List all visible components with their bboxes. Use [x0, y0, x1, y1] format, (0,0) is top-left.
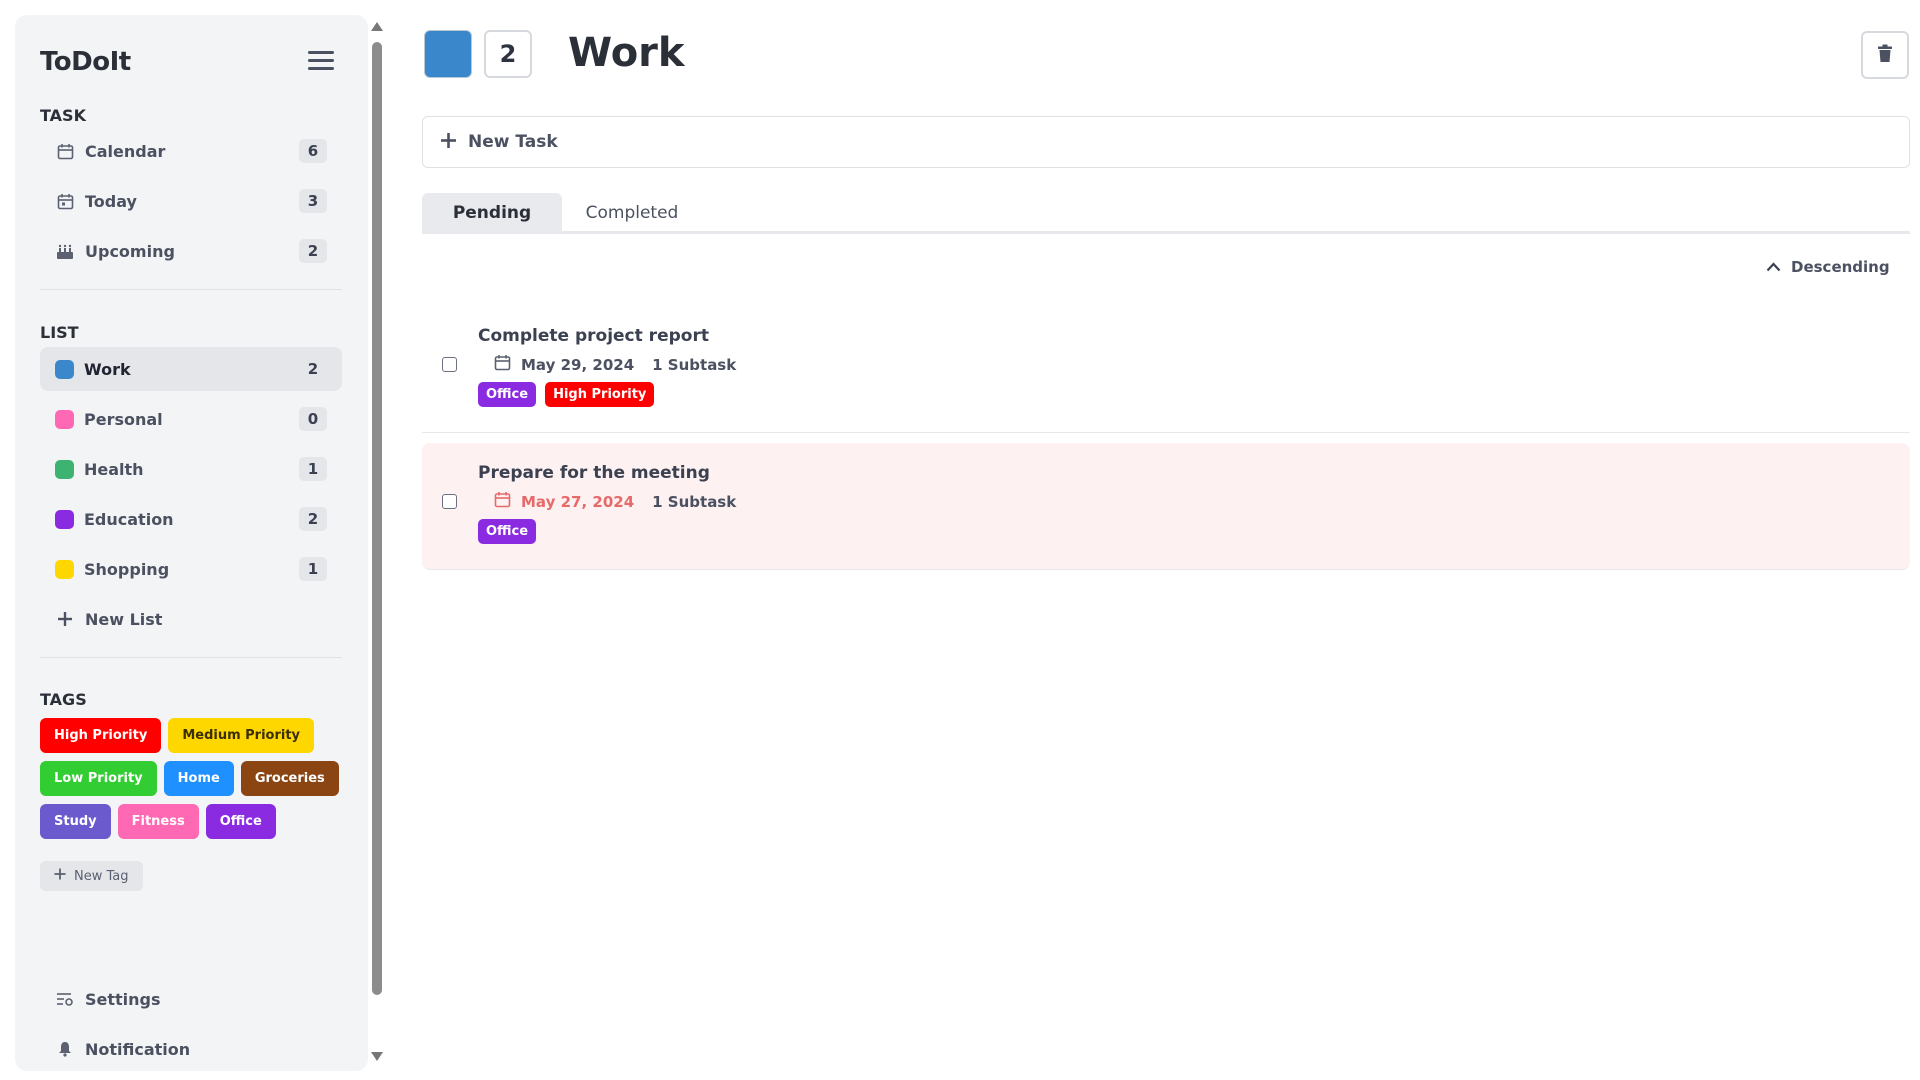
- task-title: Prepare for the meeting: [478, 463, 710, 483]
- sidebar: ToDoIt TASK Calendar 6 Today 3 Upcoming …: [15, 15, 368, 1071]
- sidebar-item-calendar[interactable]: Calendar 6: [40, 129, 342, 173]
- list-color-dot: [55, 359, 74, 379]
- task-tags: Office: [478, 519, 537, 544]
- plus-icon: [55, 609, 75, 629]
- tab-pending[interactable]: Pending: [422, 193, 562, 233]
- item-count: 1: [299, 557, 327, 581]
- task-title: Complete project report: [478, 326, 709, 346]
- new-tag-label: New Tag: [74, 868, 129, 884]
- sidebar-item-label: Shopping: [84, 559, 170, 579]
- today-icon: [55, 191, 75, 211]
- task-meta: May 29, 2024 1 Subtask: [494, 354, 736, 375]
- page-title: Work: [568, 30, 685, 76]
- scroll-down-arrow[interactable]: [371, 1052, 383, 1061]
- sidebar-item-shopping[interactable]: Shopping 1: [40, 547, 342, 591]
- task-section-title: TASK: [40, 106, 86, 125]
- divider: [40, 657, 342, 658]
- item-count: 3: [299, 189, 327, 213]
- sidebar-item-work[interactable]: Work 2: [40, 347, 342, 391]
- task-count-badge: 2: [484, 30, 532, 78]
- item-count: 1: [299, 457, 327, 481]
- calendar-icon: [55, 141, 75, 161]
- sort-label: Descending: [1791, 258, 1890, 276]
- list-color-dot: [55, 509, 74, 529]
- chevron-up-icon: [1766, 258, 1781, 276]
- tag-low-priority[interactable]: Low Priority: [40, 761, 157, 796]
- item-count: 6: [299, 139, 327, 163]
- upcoming-icon: [55, 241, 75, 261]
- subtask-count: 1 Subtask: [652, 492, 737, 511]
- calendar-icon: [494, 354, 511, 375]
- tag-fitness[interactable]: Fitness: [117, 804, 199, 839]
- settings-icon: [55, 991, 75, 1007]
- task-due-date: May 27, 2024: [521, 492, 635, 511]
- divider: [40, 289, 342, 290]
- menu-icon[interactable]: [308, 51, 334, 73]
- item-count: 2: [299, 239, 327, 263]
- new-list-button[interactable]: New List: [40, 597, 342, 641]
- task-due-date: May 29, 2024: [521, 355, 635, 374]
- task-row[interactable]: Prepare for the meeting May 27, 2024 1 S…: [422, 443, 1910, 570]
- sidebar-scrollbar[interactable]: [372, 42, 382, 995]
- task-tag-office: Office: [478, 519, 537, 544]
- tag-medium-priority[interactable]: Medium Priority: [168, 718, 315, 753]
- sidebar-item-upcoming[interactable]: Upcoming 2: [40, 229, 342, 273]
- sidebar-item-label: Today: [85, 191, 137, 211]
- list-section-title: LIST: [40, 323, 79, 342]
- task-checkbox[interactable]: [442, 357, 457, 372]
- new-task-placeholder: New Task: [468, 132, 558, 152]
- delete-list-button[interactable]: [1861, 31, 1909, 79]
- tag-groceries[interactable]: Groceries: [240, 761, 339, 796]
- sidebar-item-health[interactable]: Health 1: [40, 447, 342, 491]
- calendar-icon: [494, 491, 511, 512]
- tag-high-priority[interactable]: High Priority: [40, 718, 162, 753]
- new-task-input[interactable]: New Task: [422, 116, 1910, 168]
- task-tag-office: Office: [478, 382, 537, 407]
- tag-home[interactable]: Home: [163, 761, 234, 796]
- app-brand: ToDoIt: [40, 47, 131, 77]
- task-checkbox[interactable]: [442, 494, 457, 509]
- settings-button[interactable]: Settings: [40, 979, 342, 1019]
- task-tag-high-priority: High Priority: [545, 382, 655, 407]
- list-color-dot: [55, 559, 74, 579]
- new-list-label: New List: [85, 609, 163, 629]
- plus-icon: [54, 868, 66, 884]
- task-meta: May 27, 2024 1 Subtask: [494, 491, 736, 512]
- notification-button[interactable]: Notification: [40, 1029, 342, 1069]
- sidebar-item-label: Calendar: [85, 141, 166, 161]
- new-tag-button[interactable]: New Tag: [40, 861, 143, 891]
- task-tags: Office High Priority: [478, 382, 655, 407]
- sidebar-item-today[interactable]: Today 3: [40, 179, 342, 223]
- settings-label: Settings: [85, 989, 161, 1009]
- sidebar-item-label: Personal: [84, 409, 163, 429]
- list-color-dot: [55, 409, 74, 429]
- scroll-up-arrow[interactable]: [371, 22, 383, 31]
- task-tabs: Pending Completed: [422, 193, 1910, 234]
- tag-list: High Priority Medium Priority Low Priori…: [40, 718, 350, 839]
- sidebar-item-label: Health: [84, 459, 144, 479]
- tags-section-title: TAGS: [40, 690, 87, 709]
- item-count: 0: [299, 407, 327, 431]
- item-count: 2: [307, 360, 319, 378]
- sidebar-item-education[interactable]: Education 2: [40, 497, 342, 541]
- list-color-dot: [55, 459, 74, 479]
- sidebar-item-label: Education: [84, 509, 174, 529]
- tag-study[interactable]: Study: [40, 804, 111, 839]
- sort-toggle[interactable]: Descending: [1766, 258, 1890, 276]
- plus-icon: [440, 130, 457, 155]
- tab-completed[interactable]: Completed: [562, 193, 702, 233]
- sidebar-item-personal[interactable]: Personal 0: [40, 397, 342, 441]
- tag-office[interactable]: Office: [205, 804, 276, 839]
- trash-icon: [1877, 44, 1893, 67]
- item-count: 2: [299, 507, 327, 531]
- sidebar-item-label: Work: [84, 359, 131, 379]
- notification-label: Notification: [85, 1039, 191, 1059]
- subtask-count: 1 Subtask: [652, 355, 737, 374]
- task-row[interactable]: Complete project report May 29, 2024 1 S…: [422, 314, 1910, 433]
- list-color-button[interactable]: [424, 30, 472, 78]
- sidebar-item-label: Upcoming: [85, 241, 175, 261]
- bell-icon: [55, 1041, 75, 1057]
